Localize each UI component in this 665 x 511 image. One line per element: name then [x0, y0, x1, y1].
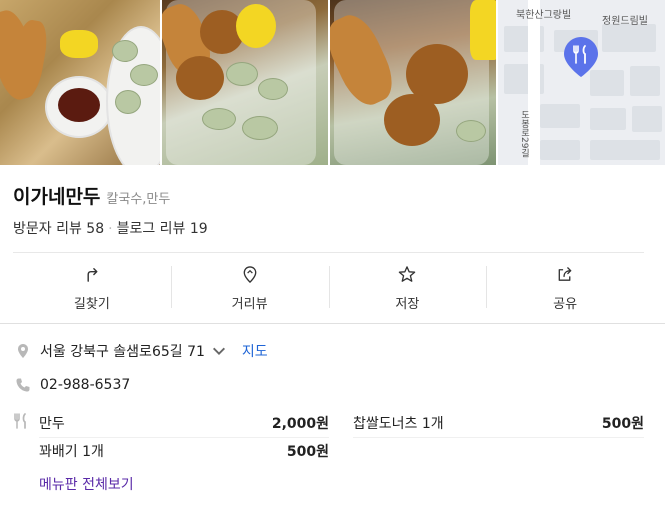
- map-link[interactable]: 지도: [242, 341, 268, 361]
- menu-item-price: 500원: [601, 416, 644, 432]
- menu-item-name: 만두: [39, 416, 65, 432]
- place-name[interactable]: 이가네만두: [13, 182, 100, 209]
- utensils-icon: [14, 413, 26, 429]
- share-button[interactable]: 공유: [486, 262, 644, 312]
- streetview-button[interactable]: 거리뷰: [170, 262, 329, 312]
- share-icon: [558, 267, 572, 281]
- address-row: 서울 강북구 솔샘로65길 71 지도: [15, 341, 268, 361]
- phone-row: 02-988-6537: [15, 377, 130, 393]
- menu-item: 찹쌀도너츠 1개 500원: [353, 413, 644, 433]
- photo-gallery: 북한산그랑빌 정원드림빌 도봉로29길: [0, 0, 665, 165]
- photo-3[interactable]: [330, 0, 496, 165]
- streetview-label: 거리뷰: [231, 297, 268, 312]
- star-icon: [399, 266, 416, 282]
- menu-item-price: 2,000원: [271, 416, 329, 432]
- directions-label: 길찾기: [73, 297, 110, 312]
- menu-item-name: 꽈배기 1개: [39, 444, 104, 460]
- map-label-1: 북한산그랑빌: [516, 10, 572, 21]
- menu-divider: [39, 437, 329, 438]
- menu-item-price: 500원: [286, 444, 329, 460]
- share-label: 공유: [553, 297, 578, 312]
- map-thumbnail[interactable]: 북한산그랑빌 정원드림빌 도봉로29길: [498, 0, 665, 165]
- chevron-down-icon[interactable]: [211, 343, 227, 359]
- action-bar: 길찾기 거리뷰 저장 공유: [13, 262, 644, 312]
- photo-1[interactable]: [0, 0, 160, 165]
- streetview-icon: [243, 266, 256, 284]
- save-label: 저장: [395, 297, 420, 312]
- place-category: 칼국수,만두: [106, 192, 171, 207]
- map-pin-icon[interactable]: [564, 37, 598, 77]
- map-label-road: 도봉로29길: [519, 110, 529, 158]
- phone-number[interactable]: 02-988-6537: [40, 377, 130, 393]
- review-summary: 방문자 리뷰 58 · 블로그 리뷰 19: [13, 221, 208, 237]
- blog-review-link[interactable]: 블로그 리뷰 19: [117, 221, 208, 237]
- menu-item: 만두 2,000원: [39, 413, 329, 433]
- menu-more-link[interactable]: 메뉴판 전체보기: [39, 474, 134, 494]
- photo-2[interactable]: [162, 0, 328, 165]
- menu-item: 꽈배기 1개 500원: [39, 441, 329, 461]
- directions-icon: [87, 268, 98, 282]
- section-divider: [0, 323, 665, 324]
- divider: [13, 252, 644, 253]
- save-button[interactable]: 저장: [328, 262, 487, 312]
- directions-button[interactable]: 길찾기: [13, 262, 171, 312]
- menu-item-name: 찹쌀도너츠 1개: [353, 416, 444, 432]
- place-title-row: 이가네만두 칼국수,만두: [13, 182, 170, 209]
- phone-icon: [16, 378, 30, 392]
- visitor-review-link[interactable]: 방문자 리뷰 58: [13, 221, 104, 237]
- address-text[interactable]: 서울 강북구 솔샘로65길 71: [40, 341, 205, 361]
- location-icon: [18, 344, 28, 358]
- map-label-2: 정원드림빌: [602, 16, 648, 27]
- menu-divider: [353, 437, 644, 438]
